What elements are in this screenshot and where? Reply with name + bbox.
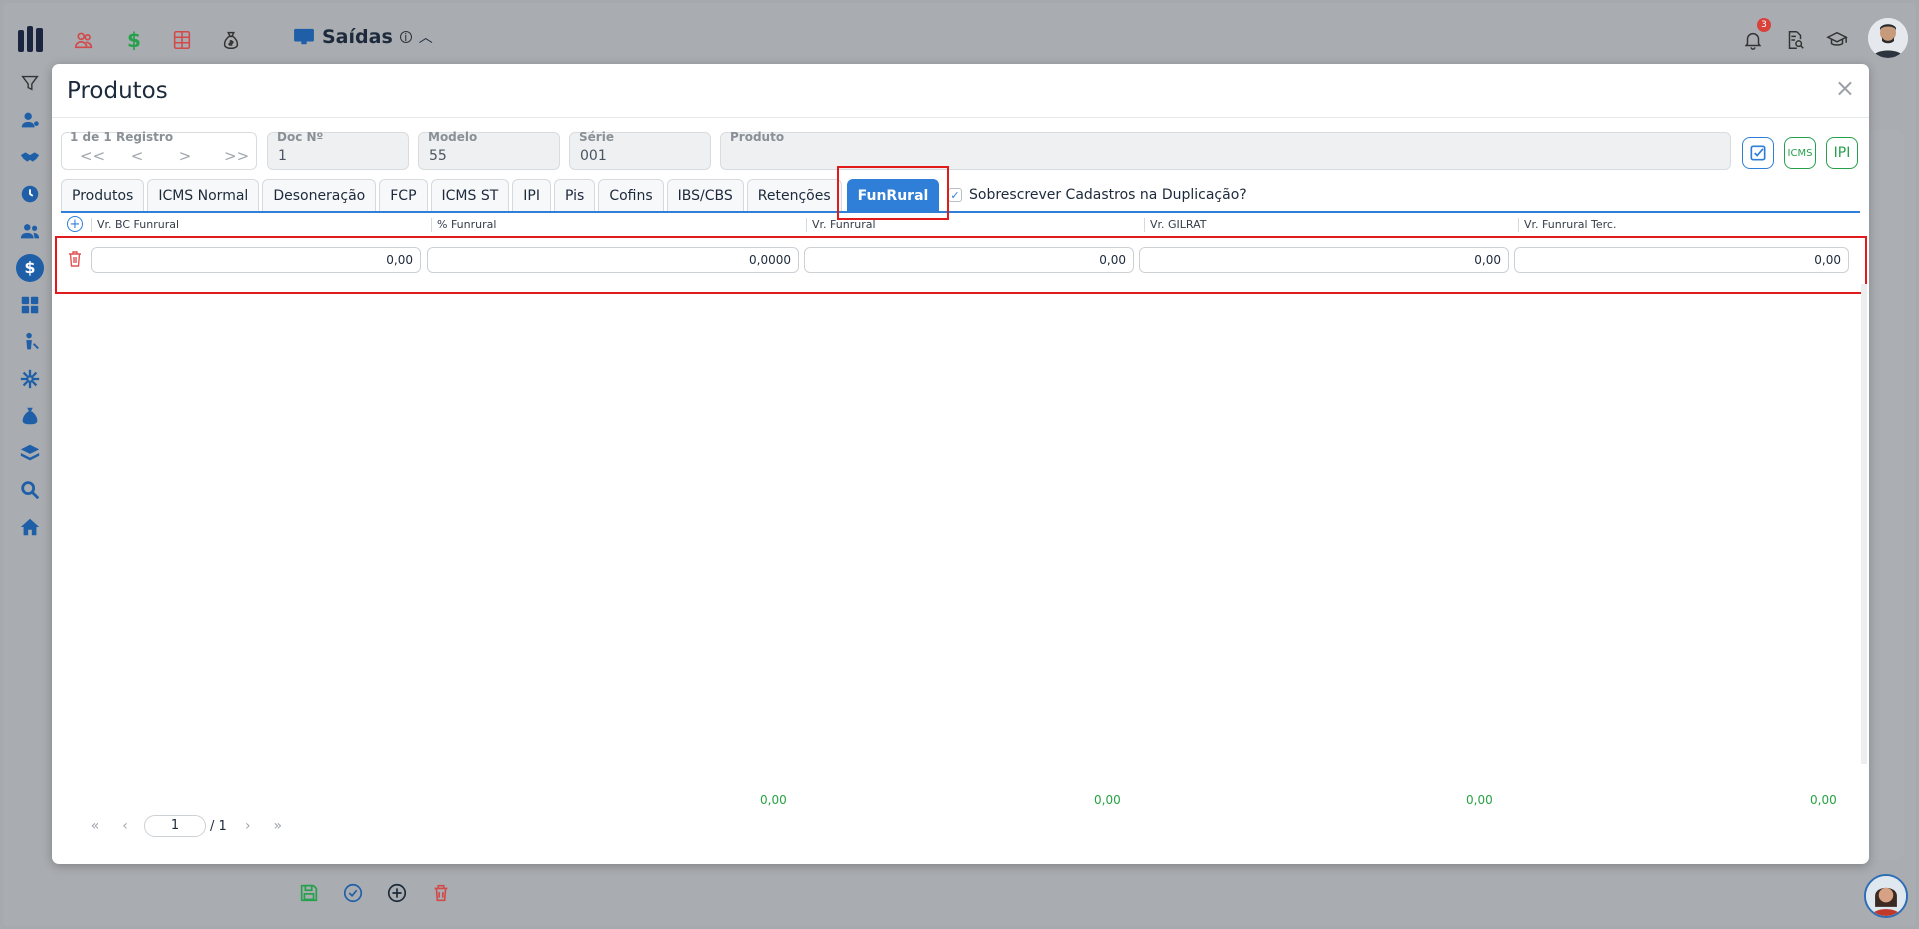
graduation-cap-icon[interactable] (1821, 24, 1853, 56)
app-title-text: Saídas (322, 26, 393, 48)
home-icon[interactable] (12, 508, 48, 545)
page-number-input[interactable]: 1 (144, 815, 206, 837)
total-extra: 0,00 (1810, 793, 1837, 807)
filter-icon[interactable] (12, 64, 48, 101)
prev-page-button[interactable]: ‹ (110, 818, 140, 834)
modelo-field[interactable]: Modelo 55 (418, 130, 560, 170)
column-header: Vr. BC Funrural (91, 218, 421, 232)
tab-cofins[interactable]: Cofins (598, 179, 664, 212)
tab-desoneracao[interactable]: Desoneração (262, 179, 377, 212)
spreadsheet-icon[interactable] (166, 24, 198, 56)
delete-icon[interactable] (428, 880, 454, 906)
assistant-avatar[interactable] (1864, 874, 1908, 918)
save-icon[interactable] (296, 880, 322, 906)
bottom-actions (296, 880, 454, 906)
tab-icms-st[interactable]: ICMS ST (430, 179, 510, 212)
overwrite-option[interactable]: ✓ Sobrescrever Cadastros na Duplicação? (948, 187, 1247, 203)
tab-ipi[interactable]: IPI (512, 179, 551, 212)
highlight-box-tab (837, 166, 949, 220)
modelo-value: 55 (429, 148, 447, 164)
add-circle-icon[interactable] (384, 880, 410, 906)
modelo-label: Modelo (428, 130, 478, 144)
doc-number-field[interactable]: Doc Nº 1 (267, 130, 409, 170)
total-vr-funrural: 0,00 (760, 793, 787, 807)
people-icon[interactable] (68, 24, 100, 56)
notification-badge: 3 (1757, 18, 1771, 32)
page-total: / 1 (210, 818, 227, 834)
clock-icon[interactable] (12, 175, 48, 212)
total-vr-funrural-terc: 0,00 (1466, 793, 1493, 807)
serie-label: Série (579, 130, 614, 144)
tab-ibs-cbs[interactable]: IBS/CBS (666, 179, 744, 212)
tab-produtos[interactable]: Produtos (61, 179, 145, 212)
monitor-icon (294, 28, 314, 45)
highlight-box-row (55, 236, 1867, 294)
tab-pis[interactable]: Pis (553, 179, 596, 212)
calculator-icon[interactable] (12, 286, 48, 323)
money-bag-sidebar-icon[interactable] (12, 397, 48, 434)
column-header: Vr. GILRAT (1144, 218, 1514, 232)
dollar-icon[interactable]: $ (118, 24, 150, 56)
close-icon[interactable]: × (1835, 76, 1855, 100)
finance-icon[interactable]: $ (12, 249, 48, 286)
icms-button[interactable]: ICMS (1784, 137, 1816, 169)
record-navigator: 1 de 1 Registro << < > >> (61, 130, 257, 170)
next-page-button[interactable]: › (233, 818, 263, 834)
users-icon[interactable] (12, 212, 48, 249)
ipi-button[interactable]: IPI (1826, 137, 1858, 169)
last-page-button[interactable]: » (263, 818, 293, 834)
tab-retencoes[interactable]: Retenções (746, 179, 842, 212)
first-page-button[interactable]: « (80, 818, 110, 834)
tab-fcp[interactable]: FCP (379, 179, 428, 212)
app-logo[interactable] (18, 24, 46, 52)
next-record-button[interactable]: > (176, 147, 194, 165)
column-header: % Funrural (431, 218, 801, 232)
tab-bar: Produtos ICMS Normal Desoneração FCP ICM… (61, 179, 940, 212)
chevron-up-icon[interactable]: ︿ (419, 27, 433, 47)
grid-header: + Vr. BC Funrural % Funrural Vr. Funrura… (61, 216, 1860, 233)
pagination: « ‹ 1 / 1 › » (80, 815, 293, 837)
column-header: Vr. Funrural Terc. (1518, 218, 1848, 232)
document-search-icon[interactable] (1779, 24, 1811, 56)
produto-field[interactable]: Produto (720, 130, 1731, 170)
money-bag-icon[interactable] (215, 24, 247, 56)
person-tools-icon[interactable] (12, 323, 48, 360)
info-icon[interactable]: i (399, 31, 412, 44)
modal-divider (52, 117, 1869, 118)
modal-title: Produtos (67, 78, 168, 104)
tab-icms-normal[interactable]: ICMS Normal (147, 179, 260, 212)
total-vr-gilrat: 0,00 (1094, 793, 1121, 807)
doc-number-value: 1 (278, 148, 287, 164)
tab-underline (61, 211, 1860, 213)
vertical-scrollbar[interactable] (1861, 284, 1867, 764)
last-record-button[interactable]: >> (224, 147, 249, 165)
check-circle-icon[interactable] (340, 880, 366, 906)
user-settings-icon[interactable] (12, 101, 48, 138)
products-modal: Produtos × 1 de 1 Registro << < > >> Doc… (52, 64, 1869, 864)
prev-record-button[interactable]: < (128, 147, 146, 165)
layers-icon[interactable] (12, 434, 48, 471)
user-avatar[interactable] (1868, 18, 1908, 58)
confirm-check-button[interactable] (1742, 137, 1774, 169)
record-count-label: 1 de 1 Registro (70, 130, 174, 144)
network-icon[interactable] (12, 360, 48, 397)
overwrite-checkbox[interactable]: ✓ (948, 188, 962, 202)
produto-label: Produto (730, 130, 785, 144)
overwrite-label: Sobrescrever Cadastros na Duplicação? (969, 187, 1247, 203)
sidebar: $ (12, 64, 48, 545)
first-record-button[interactable]: << (80, 147, 105, 165)
doc-number-label: Doc Nº (277, 130, 324, 144)
app-title[interactable]: Saídas i ︿ (293, 26, 433, 48)
column-header: Vr. Funrural (806, 218, 1136, 232)
search-icon[interactable] (12, 471, 48, 508)
add-row-icon[interactable]: + (67, 216, 83, 232)
handshake-icon[interactable] (12, 138, 48, 175)
serie-value: 001 (580, 148, 607, 164)
serie-field[interactable]: Série 001 (569, 130, 711, 170)
